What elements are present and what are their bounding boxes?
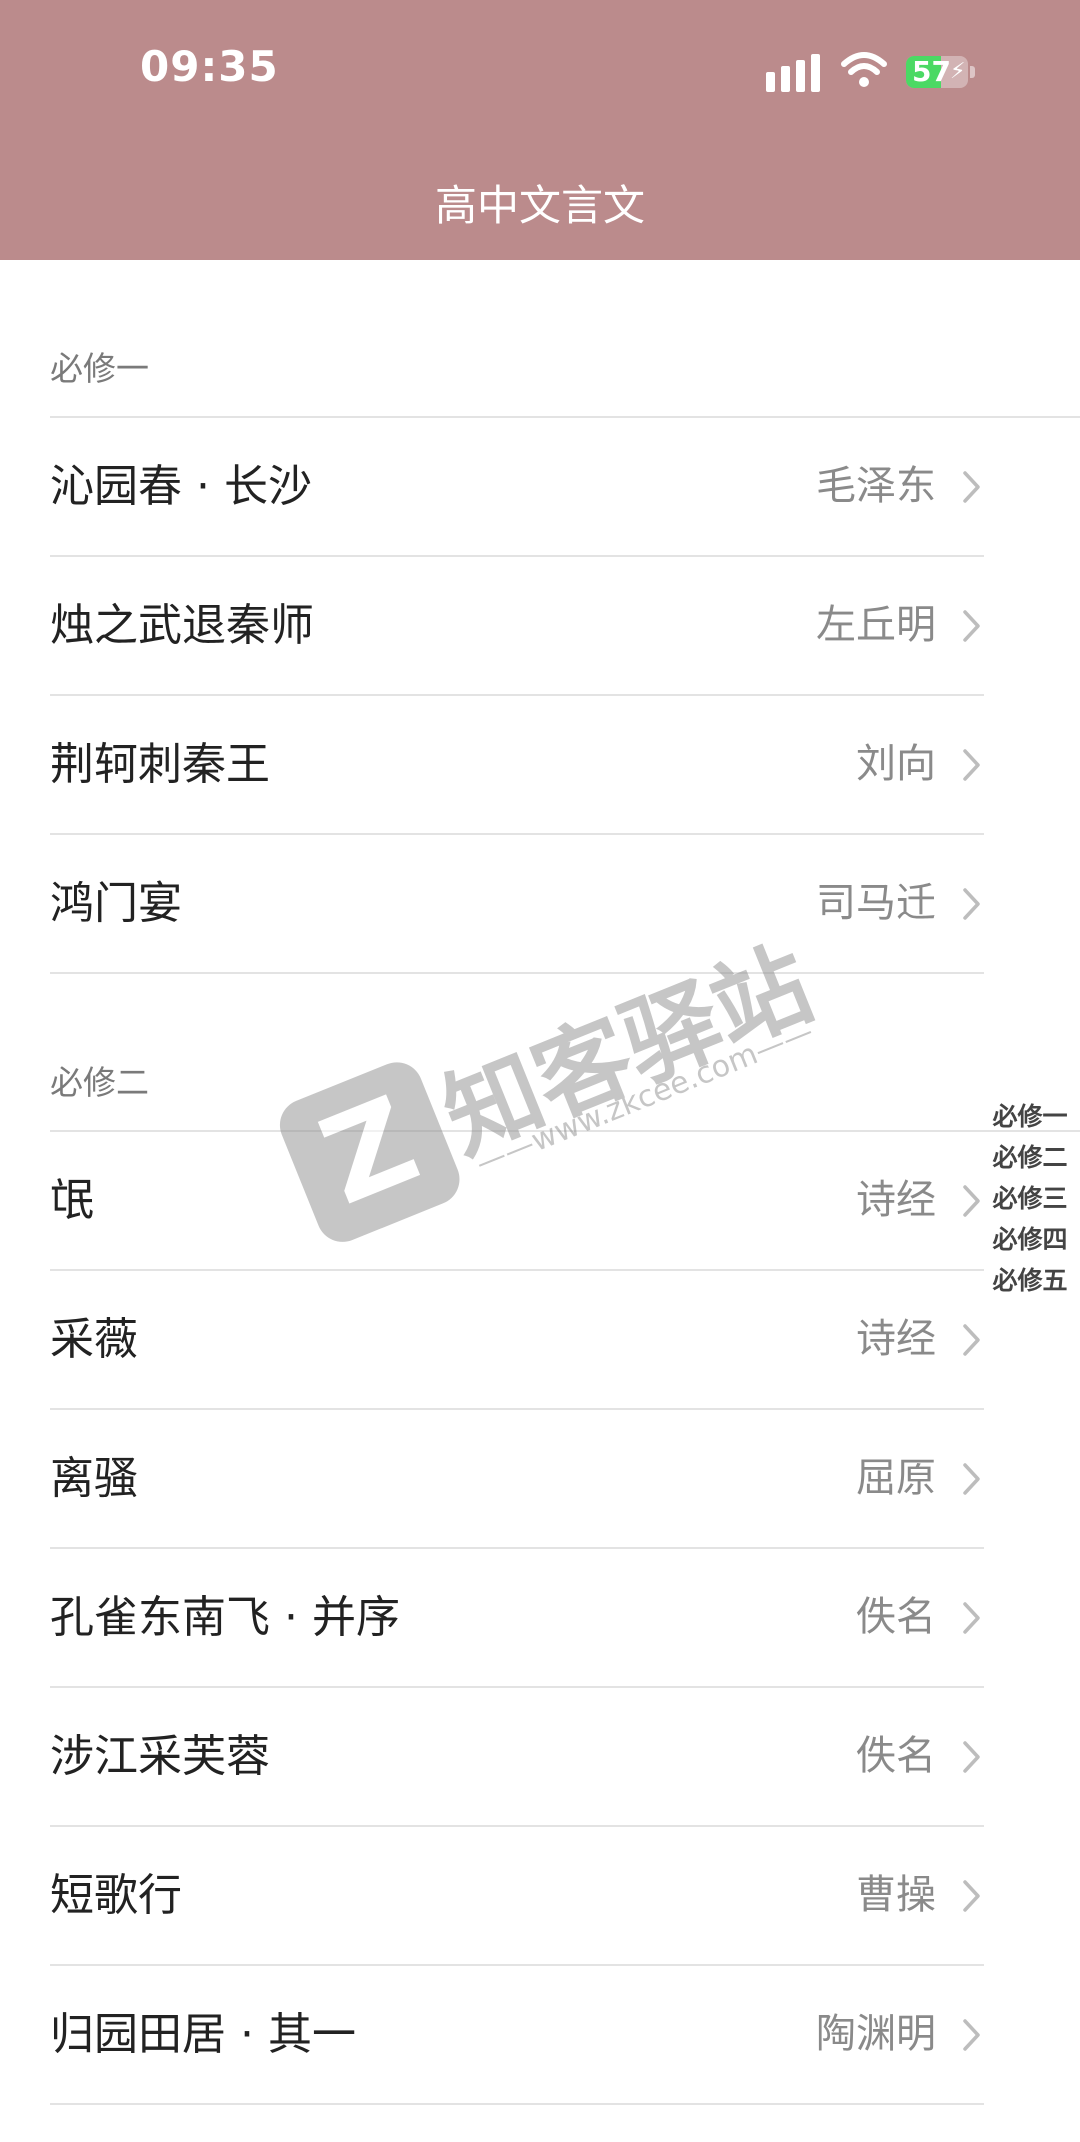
- list-item[interactable]: 沁园春 · 长沙 毛泽东: [0, 418, 1080, 557]
- poem-title: 荆轲刺秦王: [50, 739, 270, 790]
- poem-author: 诗经: [856, 1177, 936, 1223]
- section-label: 必修二: [50, 1063, 149, 1102]
- battery-cap: [970, 66, 975, 78]
- section-header: 必修二: [0, 974, 1080, 1132]
- poem-title: 氓: [50, 1175, 94, 1226]
- poem-author: 刘向: [856, 741, 936, 787]
- app-screen: 09:35 57 ⚡ 高中文言文 必修一 沁园春 · 长沙 毛泽东 烛之武退秦师 左丘明…: [0, 0, 1080, 2142]
- chevron-right-icon: [963, 1741, 980, 1773]
- chevron-right-icon: [963, 888, 980, 920]
- poem-author: 毛泽东: [816, 463, 936, 509]
- poem-author: 曹操: [856, 1872, 936, 1918]
- poem-author: 司马迁: [816, 880, 936, 926]
- status-time: 09:35: [140, 42, 279, 91]
- poem-title: 归园田居 · 其一: [50, 2009, 356, 2060]
- section-index-item[interactable]: 必修三: [988, 1178, 1072, 1219]
- list-item[interactable]: 采薇 诗经: [0, 1271, 1080, 1410]
- poem-author: 屈原: [856, 1455, 936, 1501]
- poem-title: 采薇: [50, 1314, 138, 1365]
- section-index-item[interactable]: 必修五: [988, 1260, 1072, 1301]
- list-item[interactable]: 氓 诗经: [0, 1132, 1080, 1271]
- chevron-right-icon: [963, 1463, 980, 1495]
- signal-icon: [766, 54, 822, 92]
- wifi-icon: [841, 52, 887, 87]
- list-item[interactable]: 归园田居 · 其一 陶渊明: [0, 1966, 1080, 2105]
- poem-list[interactable]: 必修一 沁园春 · 长沙 毛泽东 烛之武退秦师 左丘明 荆轲刺秦王 刘向 鸿门宴 司马迁 必修二氓…: [0, 260, 1080, 2105]
- header-bar: 09:35 57 ⚡ 高中文言文: [0, 0, 1080, 260]
- poem-title: 鸿门宴: [50, 878, 182, 929]
- poem-title: 孔雀东南飞 · 并序: [50, 1592, 400, 1643]
- list-item[interactable]: 短歌行 曹操: [0, 1827, 1080, 1966]
- list-item[interactable]: 烛之武退秦师 左丘明: [0, 557, 1080, 696]
- poem-author: 左丘明: [816, 602, 936, 648]
- list-item[interactable]: 鸿门宴 司马迁: [0, 835, 1080, 974]
- chevron-right-icon: [963, 1324, 980, 1356]
- list-item[interactable]: 离骚 屈原: [0, 1410, 1080, 1549]
- list-item[interactable]: 涉江采芙蓉 佚名: [0, 1688, 1080, 1827]
- section-label: 必修一: [50, 349, 149, 388]
- poem-title: 离骚: [50, 1453, 138, 1504]
- list-item[interactable]: 孔雀东南飞 · 并序 佚名: [0, 1549, 1080, 1688]
- list-item[interactable]: 荆轲刺秦王 刘向: [0, 696, 1080, 835]
- chevron-right-icon: [963, 1602, 980, 1634]
- poem-author: 诗经: [856, 1316, 936, 1362]
- poem-title: 涉江采芙蓉: [50, 1731, 270, 1782]
- charging-bolt-icon: ⚡: [950, 59, 966, 84]
- poem-author: 陶渊明: [816, 2011, 936, 2057]
- poem-author: 佚名: [856, 1733, 936, 1779]
- chevron-right-icon: [963, 1880, 980, 1912]
- battery-body: 57 ⚡: [906, 56, 968, 88]
- chevron-right-icon: [963, 471, 980, 503]
- page-title: 高中文言文: [434, 181, 645, 230]
- chevron-right-icon: [963, 1185, 980, 1217]
- poem-title: 烛之武退秦师: [50, 600, 314, 651]
- poem-title: 短歌行: [50, 1870, 182, 1921]
- poem-author: 佚名: [856, 1594, 936, 1640]
- battery-level: 57: [912, 56, 951, 88]
- section-index-item[interactable]: 必修四: [988, 1219, 1072, 1260]
- chevron-right-icon: [963, 749, 980, 781]
- battery-icon: 57 ⚡: [906, 56, 980, 88]
- chevron-right-icon: [963, 610, 980, 642]
- divider: [50, 2103, 984, 2105]
- section-index-item[interactable]: 必修二: [988, 1137, 1072, 1178]
- poem-title: 沁园春 · 长沙: [50, 461, 312, 512]
- chevron-right-icon: [963, 2019, 980, 2051]
- section-index-item[interactable]: 必修一: [988, 1096, 1072, 1137]
- section-index[interactable]: 必修一 必修二 必修三 必修四 必修五: [988, 1096, 1072, 1301]
- section-header: 必修一: [0, 260, 1080, 418]
